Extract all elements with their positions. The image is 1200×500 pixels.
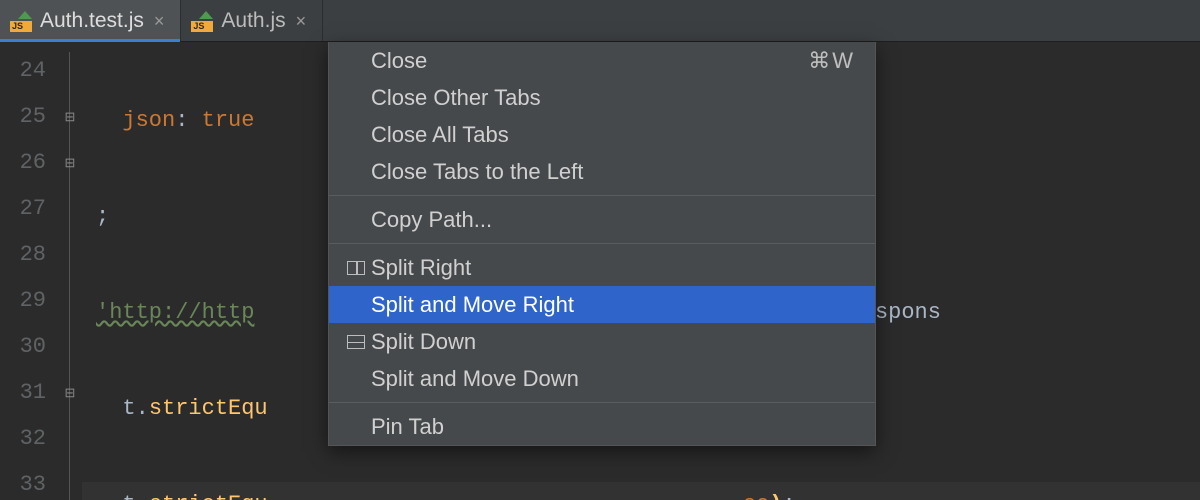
menu-separator (329, 243, 875, 244)
line-number: 30 (0, 324, 58, 370)
line-number: 27 (0, 186, 58, 232)
tab-auth[interactable]: JS Auth.js × (181, 0, 323, 41)
line-number: 24 (0, 48, 58, 94)
fold-marker-icon[interactable]: ⊟ (58, 370, 82, 416)
menu-separator (329, 195, 875, 196)
menu-pin-tab[interactable]: Pin Tab (329, 408, 875, 445)
menu-split-down[interactable]: Split Down (329, 323, 875, 360)
split-right-icon (341, 261, 371, 275)
tab-auth-test[interactable]: JS Auth.test.js × (0, 0, 181, 41)
tab-context-menu: Close ⌘W Close Other Tabs Close All Tabs… (328, 42, 876, 446)
menu-split-and-move-right[interactable]: Split and Move Right (329, 286, 875, 323)
close-icon[interactable]: × (152, 12, 167, 30)
fold-marker-icon[interactable]: ⊟ (58, 94, 82, 140)
tab-label: Auth.js (221, 9, 285, 33)
menu-split-and-move-down[interactable]: Split and Move Down (329, 360, 875, 397)
js-file-icon: JS (191, 10, 213, 32)
menu-copy-path[interactable]: Copy Path... (329, 201, 875, 238)
line-number: 26 (0, 140, 58, 186)
menu-separator (329, 402, 875, 403)
fold-marker-icon[interactable]: ⊟ (58, 140, 82, 186)
menu-close-tabs-left[interactable]: Close Tabs to the Left (329, 153, 875, 190)
line-number: 31 (0, 370, 58, 416)
line-number: 25 (0, 94, 58, 140)
fold-column: ⊟ ⊟ ⊟ (58, 42, 82, 500)
close-icon[interactable]: × (294, 12, 309, 30)
js-file-icon: JS (10, 10, 32, 32)
tab-bar: JS Auth.test.js × JS Auth.js × (0, 0, 1200, 42)
menu-close-all-tabs[interactable]: Close All Tabs (329, 116, 875, 153)
line-number: 29 (0, 278, 58, 324)
tab-label: Auth.test.js (40, 9, 144, 33)
line-number: 28 (0, 232, 58, 278)
menu-split-right[interactable]: Split Right (329, 249, 875, 286)
shortcut: ⌘W (808, 48, 855, 74)
line-number: 32 (0, 416, 58, 462)
gutter: 24 25 26 27 28 29 30 31 32 33 (0, 42, 58, 500)
menu-close-other-tabs[interactable]: Close Other Tabs (329, 79, 875, 116)
split-down-icon (341, 335, 371, 349)
line-number: 33 (0, 462, 58, 500)
menu-close[interactable]: Close ⌘W (329, 42, 875, 79)
